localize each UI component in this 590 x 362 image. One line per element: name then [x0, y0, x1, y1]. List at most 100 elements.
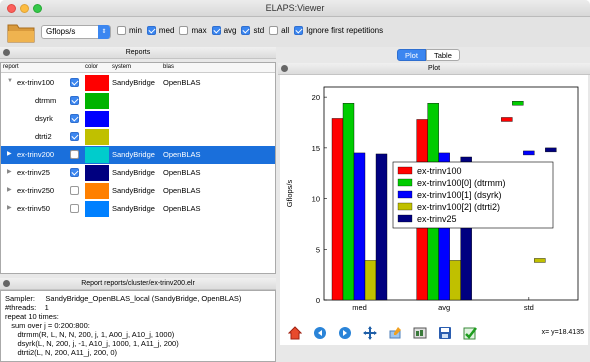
report-child-row[interactable]: dtrmm — [1, 92, 275, 110]
x-tick-label: avg — [438, 303, 450, 312]
home-icon[interactable] — [287, 325, 303, 341]
report-row[interactable]: ▶ ex-trinv250 SandyBridge OpenBLAS — [1, 182, 275, 200]
legend-swatch — [397, 166, 413, 175]
legend-label: ex-trinv25 — [417, 214, 457, 224]
report-blas: OpenBLAS — [163, 78, 201, 87]
report-color-swatch[interactable] — [85, 93, 109, 109]
stat-options: min med max avg std all Ignore first repetitio… — [117, 26, 385, 35]
metric-select[interactable]: Gflops/s ⇕ — [41, 25, 111, 39]
bar — [353, 152, 366, 301]
option-label: std — [253, 26, 265, 35]
column-color[interactable]: color — [85, 64, 98, 70]
disclosure-closed-icon[interactable]: ▶ — [7, 186, 12, 193]
panel-float-icon[interactable] — [3, 280, 10, 287]
report-blas: OpenBLAS — [163, 168, 201, 177]
column-report[interactable]: report — [3, 64, 19, 70]
plot-toolbar: x= y=18.4135 — [278, 323, 588, 343]
report-visible-checkbox[interactable] — [70, 186, 79, 195]
subplots-icon[interactable] — [412, 325, 428, 341]
legend-swatch — [397, 214, 413, 223]
report-child-row[interactable]: dsyrk — [1, 110, 275, 128]
chevron-updown-icon: ⇕ — [98, 25, 110, 39]
report-row[interactable]: ▶ ex-trinv200 SandyBridge OpenBLAS — [1, 146, 275, 164]
save-icon[interactable] — [437, 325, 453, 341]
report-row[interactable]: ▶ ex-trinv25 SandyBridge OpenBLAS — [1, 164, 275, 182]
y-tick-label: 0 — [316, 296, 320, 305]
option-min[interactable]: min — [117, 26, 142, 35]
option-checkbox[interactable] — [179, 26, 189, 35]
report-color-swatch[interactable] — [85, 183, 109, 199]
report-detail-title: Report reports/cluster/ex-trinv200.elr — [81, 280, 195, 287]
std-marker — [545, 147, 557, 153]
configure-icon[interactable] — [387, 325, 403, 341]
option-checkbox[interactable] — [269, 26, 279, 35]
report-name: dtrmm — [35, 96, 57, 105]
check-icon[interactable] — [462, 325, 478, 341]
report-color-swatch[interactable] — [85, 201, 109, 217]
x-tick-label: std — [524, 303, 534, 312]
report-system: SandyBridge — [112, 78, 155, 87]
report-color-swatch[interactable] — [85, 111, 109, 127]
option-avg[interactable]: avg — [211, 26, 236, 35]
option-ignore-first-repetitions[interactable]: Ignore first repetitions — [294, 26, 383, 35]
panel-float-icon[interactable] — [281, 65, 288, 72]
report-detail-panel: Sampler: SandyBridge_OpenBLAS_local (San… — [0, 290, 276, 362]
report-row[interactable]: ▼ ex-trinv100 SandyBridge OpenBLAS — [1, 74, 275, 92]
disclosure-closed-icon[interactable]: ▶ — [7, 168, 12, 175]
option-label: med — [158, 26, 175, 35]
column-system[interactable]: system — [112, 64, 131, 70]
option-std[interactable]: std — [241, 26, 264, 35]
report-visible-checkbox[interactable] — [70, 150, 79, 159]
reports-column-header: report color system blas — [1, 63, 275, 73]
report-visible-checkbox[interactable] — [70, 78, 79, 87]
report-visible-checkbox[interactable] — [70, 168, 79, 177]
tab-plot[interactable]: Plot — [397, 49, 426, 61]
option-checkbox[interactable] — [211, 26, 221, 35]
report-source-line: dtrmm(R, L, N, N, 200, j, 1, A00_j, A10_… — [5, 330, 175, 339]
report-visible-checkbox[interactable] — [70, 114, 79, 123]
report-color-swatch[interactable] — [85, 165, 109, 181]
report-name: ex-trinv25 — [17, 168, 50, 177]
y-tick-label: 20 — [312, 93, 320, 102]
report-visible-checkbox[interactable] — [70, 132, 79, 141]
report-row[interactable]: ▶ ex-trinv50 SandyBridge OpenBLAS — [1, 200, 275, 218]
report-visible-checkbox[interactable] — [70, 204, 79, 213]
disclosure-open-icon[interactable]: ▼ — [7, 78, 13, 84]
disclosure-closed-icon[interactable]: ▶ — [7, 204, 12, 211]
report-name: dtrti2 — [35, 132, 52, 141]
option-checkbox[interactable] — [241, 26, 251, 35]
disclosure-closed-icon[interactable]: ▶ — [7, 150, 12, 157]
option-max[interactable]: max — [179, 26, 207, 35]
option-checkbox[interactable] — [117, 26, 126, 35]
legend-label: ex-trinv100[1] (dsyrk) — [417, 190, 502, 200]
option-checkbox[interactable] — [294, 26, 304, 35]
plot-canvas[interactable]: 0 5 10 15 20 Gflops/s med avg std ex-trinv100 ex-t… — [280, 75, 588, 345]
report-color-swatch[interactable] — [85, 129, 109, 145]
report-visible-checkbox[interactable] — [70, 96, 79, 105]
reports-panel-header: Reports — [0, 47, 276, 59]
app-window: ELAPS:Viewer Gflops/s ⇕ min med max avg std a… — [0, 0, 590, 362]
report-source-line: dsyrk(L, N, 200, j, -1, A10_j, 1000, 1, … — [5, 339, 179, 348]
forward-icon[interactable] — [337, 325, 353, 341]
legend-swatch — [397, 178, 413, 187]
report-system: SandyBridge — [112, 168, 155, 177]
report-blas: OpenBLAS — [163, 186, 201, 195]
option-checkbox[interactable] — [146, 26, 156, 35]
option-label: Ignore first repetitions — [306, 26, 384, 35]
tab-table[interactable]: Table — [425, 49, 460, 61]
coordinate-readout: x= y=18.4135 — [541, 329, 584, 336]
legend-swatch — [397, 190, 413, 199]
plot-panel: Plot Table Plot 0 5 10 15 20 Gflops/s med avg st… — [278, 47, 590, 362]
report-child-row[interactable]: dtrti2 — [1, 128, 275, 146]
report-name: dsyrk — [35, 114, 53, 123]
panel-float-icon[interactable] — [3, 49, 10, 56]
report-color-swatch[interactable] — [85, 147, 109, 163]
report-color-swatch[interactable] — [85, 75, 109, 91]
open-folder-icon[interactable] — [7, 20, 35, 44]
back-icon[interactable] — [312, 325, 328, 341]
report-detail-header: Report reports/cluster/ex-trinv200.elr — [0, 278, 276, 290]
option-all[interactable]: all — [269, 26, 289, 35]
option-med[interactable]: med — [146, 26, 175, 35]
column-blas[interactable]: blas — [163, 64, 174, 70]
pan-icon[interactable] — [362, 325, 378, 341]
